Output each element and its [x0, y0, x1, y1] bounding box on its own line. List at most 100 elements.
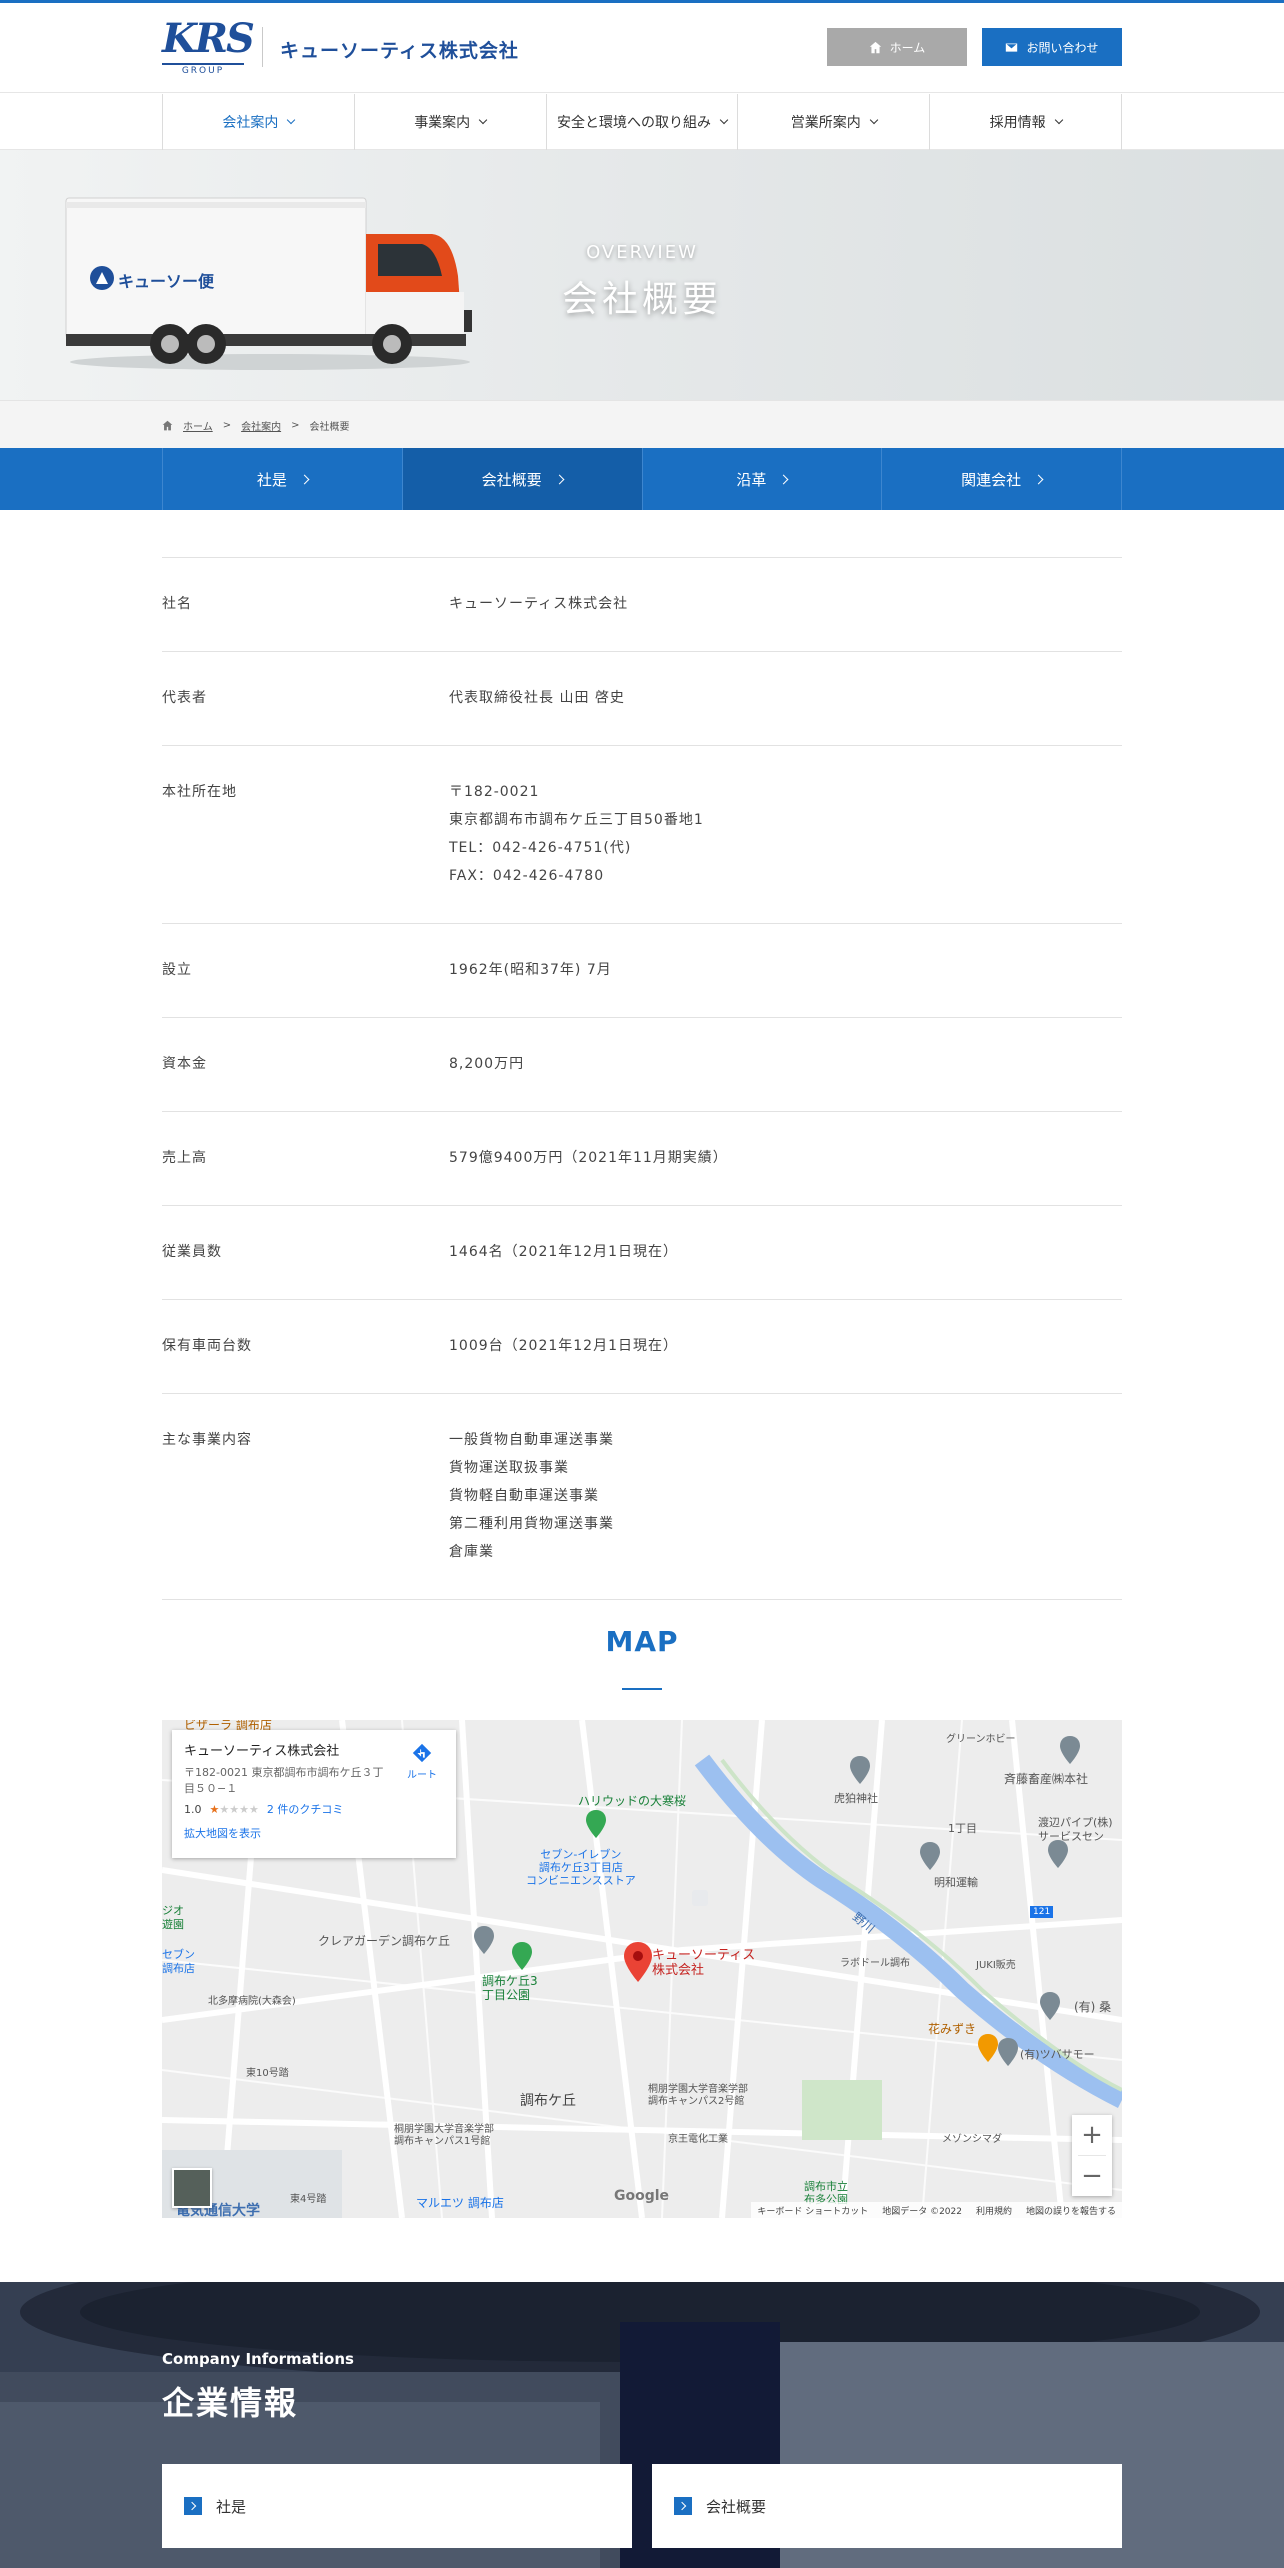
- satellite-toggle[interactable]: [172, 2168, 212, 2208]
- gnav-item-company[interactable]: 会社案内: [162, 94, 354, 150]
- place-pin-icon: [998, 2038, 1018, 2066]
- gnav-item-offices[interactable]: 営業所案内: [737, 94, 929, 150]
- terms-link[interactable]: 利用規約: [976, 2204, 1012, 2217]
- row-label: 代表者: [162, 690, 207, 706]
- row-value-line: TEL：042-426-4751(代): [449, 840, 632, 856]
- chevron-down-icon: [478, 115, 488, 125]
- breadcrumb-home-link[interactable]: ホーム: [183, 418, 213, 433]
- subnav-item-motto[interactable]: 社是: [162, 448, 402, 510]
- google-map[interactable]: ビザーラ 調布店 グリーンホビー 斉藤畜産㈱本社 虎狛神社 渡辺パイプ(株) サ…: [162, 1720, 1122, 2218]
- gnav-item-safety[interactable]: 安全と環境への取り組み: [545, 94, 738, 150]
- row-label: 本社所在地: [162, 784, 237, 800]
- chevron-down-icon: [1054, 115, 1063, 125]
- directions-button[interactable]: ルート: [400, 1742, 444, 1781]
- zoom-control: + −: [1072, 2115, 1112, 2196]
- row-label: 保有車両台数: [162, 1338, 252, 1354]
- row-value: 1962年(昭和37年) 7月: [449, 956, 1122, 984]
- table-row: 資本金 8,200万円: [162, 1018, 1122, 1112]
- subnav-item-history[interactable]: 沿革: [641, 448, 882, 510]
- row-value: 1464名（2021年12月1日現在）: [449, 1238, 1122, 1266]
- star-icon: ★: [229, 1802, 240, 1816]
- zoom-in-button[interactable]: +: [1072, 2115, 1112, 2155]
- zoom-out-button[interactable]: −: [1072, 2156, 1112, 2196]
- row-value-line: 代表取締役社長 山田 啓史: [449, 690, 625, 706]
- krs-logo[interactable]: KRS GROUP: [162, 15, 255, 76]
- company-card-overview[interactable]: 会社概要: [652, 2464, 1122, 2548]
- row-value-line: 1962年(昭和37年) 7月: [449, 962, 612, 978]
- breadcrumb-separator: >: [291, 420, 300, 431]
- row-value: 1009台（2021年12月1日現在）: [449, 1332, 1122, 1360]
- place-pin-icon: [920, 1842, 940, 1870]
- map-label: 京王電化工業: [668, 2134, 728, 2145]
- row-value: 8,200万円: [449, 1050, 1122, 1078]
- company-card-label: 社是: [216, 2497, 247, 2516]
- hero-subtitle: OVERVIEW: [586, 242, 698, 263]
- park-pin-icon: [586, 1810, 606, 1838]
- map-title-underline: [622, 1688, 662, 1690]
- home-button[interactable]: ホーム: [827, 28, 967, 66]
- map-section-title: MAP: [605, 1625, 679, 1658]
- table-row: 設立 1962年(昭和37年) 7月: [162, 924, 1122, 1018]
- logo-mark: KRS: [162, 15, 255, 62]
- map-label: マルエツ 調布店: [416, 2196, 504, 2210]
- rating-value: 1.0: [184, 1802, 202, 1816]
- arrow-right-icon: [184, 2497, 202, 2515]
- breadcrumb-parent-link[interactable]: 会社案内: [241, 418, 281, 433]
- map-label: 調布ケ丘3 丁目公園: [482, 1974, 538, 2002]
- row-label: 設立: [162, 962, 192, 978]
- table-row: 代表者 代表取締役社長 山田 啓史: [162, 652, 1122, 746]
- row-value: 〒182-0021 東京都調布市調布ケ丘三丁目50番地1 TEL：042-426…: [449, 778, 1122, 890]
- row-value: 一般貨物自動車運送事業 貨物運送取扱事業 貨物軽自動車運送事業 第二種利用貨物運…: [449, 1426, 1122, 1566]
- map-place-card: キューソーティス株式会社 〒182-0021 東京都調布市調布ケ丘３丁目５０−１…: [172, 1730, 456, 1858]
- table-row: 保有車両台数 1009台（2021年12月1日現在）: [162, 1300, 1122, 1394]
- global-nav: 会社案内 事業案内 安全と環境への取り組み 営業所案内 採用情報: [0, 94, 1284, 150]
- subnav-item-label: 社是: [256, 470, 287, 489]
- place-pin-icon: [1048, 1840, 1068, 1868]
- logo-group-text: GROUP: [162, 63, 244, 76]
- subnav-item-affiliates[interactable]: 関連会社: [881, 448, 1122, 510]
- map-label: 桐朋学園大学音楽学部 調布キャンパス1号館: [394, 2124, 494, 2147]
- company-section-title: 企業情報: [162, 2384, 299, 2422]
- row-label: 社名: [162, 596, 192, 612]
- enlarge-map-link[interactable]: 拡大地図を表示: [184, 1825, 444, 1841]
- map-label: 東10号踏: [246, 2068, 289, 2079]
- location-pin-icon: [624, 1942, 652, 1982]
- home-icon: [869, 41, 881, 53]
- star-icon: ★: [249, 1802, 259, 1816]
- map-label: キューソーティス 株式会社: [652, 1948, 756, 1978]
- place-rating: 1.0 ★★★★★ 2 件のクチコミ: [184, 1801, 444, 1817]
- table-row: 従業員数 1464名（2021年12月1日現在）: [162, 1206, 1122, 1300]
- logo-divider: [262, 27, 263, 67]
- report-error-link[interactable]: 地図の誤りを報告する: [1026, 2204, 1116, 2217]
- row-value-line: 1464名（2021年12月1日現在）: [449, 1244, 678, 1260]
- map-label: 桐朋学園大学音楽学部 調布キャンパス2号館: [648, 2084, 748, 2107]
- map-label: セブン-イレブン 調布ケ丘3丁目店 コンビニエンスストア: [526, 1848, 636, 1887]
- map-label: 北多摩病院(大森会): [208, 1996, 296, 2007]
- map-label: 東4号踏: [290, 2194, 327, 2205]
- map-label: ハリウッドの大寒桜: [578, 1794, 687, 1808]
- map-label: ラボドール調布: [840, 1958, 910, 1969]
- contact-button[interactable]: お問い合わせ: [982, 28, 1122, 66]
- place-pin-icon: [1060, 1736, 1080, 1764]
- star-icon: ★: [219, 1802, 230, 1816]
- gnav-item-label: 会社案内: [222, 115, 279, 131]
- subnav-item-overview[interactable]: 会社概要: [401, 448, 642, 510]
- keyboard-shortcuts-link[interactable]: キーボード ショートカット: [757, 2204, 868, 2217]
- row-value-line: 1009台（2021年12月1日現在）: [449, 1338, 678, 1354]
- gnav-item-business[interactable]: 事業案内: [353, 94, 546, 150]
- place-pin-icon: [1040, 1992, 1060, 2020]
- chevron-down-icon: [719, 115, 729, 125]
- map-label: 121: [1030, 1906, 1054, 1918]
- company-card-label: 会社概要: [706, 2497, 767, 2516]
- section-subnav: 社是 会社概要 沿革 関連会社: [0, 448, 1284, 510]
- park-pin-icon: [512, 1942, 532, 1970]
- map-label: メゾンシマダ: [942, 2134, 1002, 2145]
- map-label: 1丁目: [948, 1822, 977, 1835]
- row-value-line: キューソーティス株式会社: [449, 596, 629, 612]
- breadcrumb-separator: >: [222, 420, 232, 431]
- breadcrumb-current: 会社概要: [309, 422, 350, 433]
- map-label: 虎狛神社: [834, 1792, 878, 1805]
- gnav-item-recruit[interactable]: 採用情報: [929, 94, 1122, 150]
- reviews-link[interactable]: 2 件のクチコミ: [267, 1801, 344, 1817]
- company-card-motto[interactable]: 社是: [162, 2464, 632, 2548]
